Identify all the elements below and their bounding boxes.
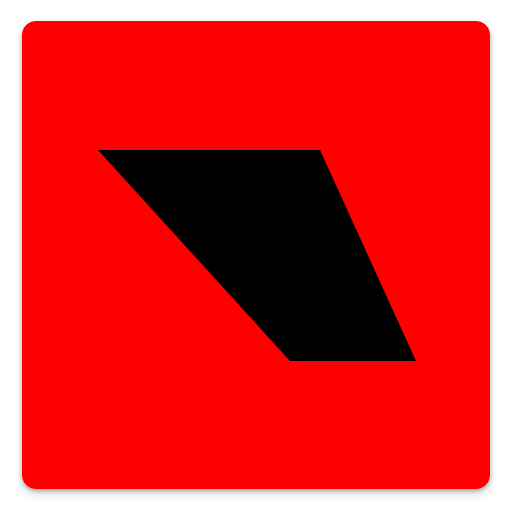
app-icon-tile xyxy=(22,21,490,489)
app-icon-graphic xyxy=(22,21,490,489)
app-icon-canvas xyxy=(0,0,512,512)
